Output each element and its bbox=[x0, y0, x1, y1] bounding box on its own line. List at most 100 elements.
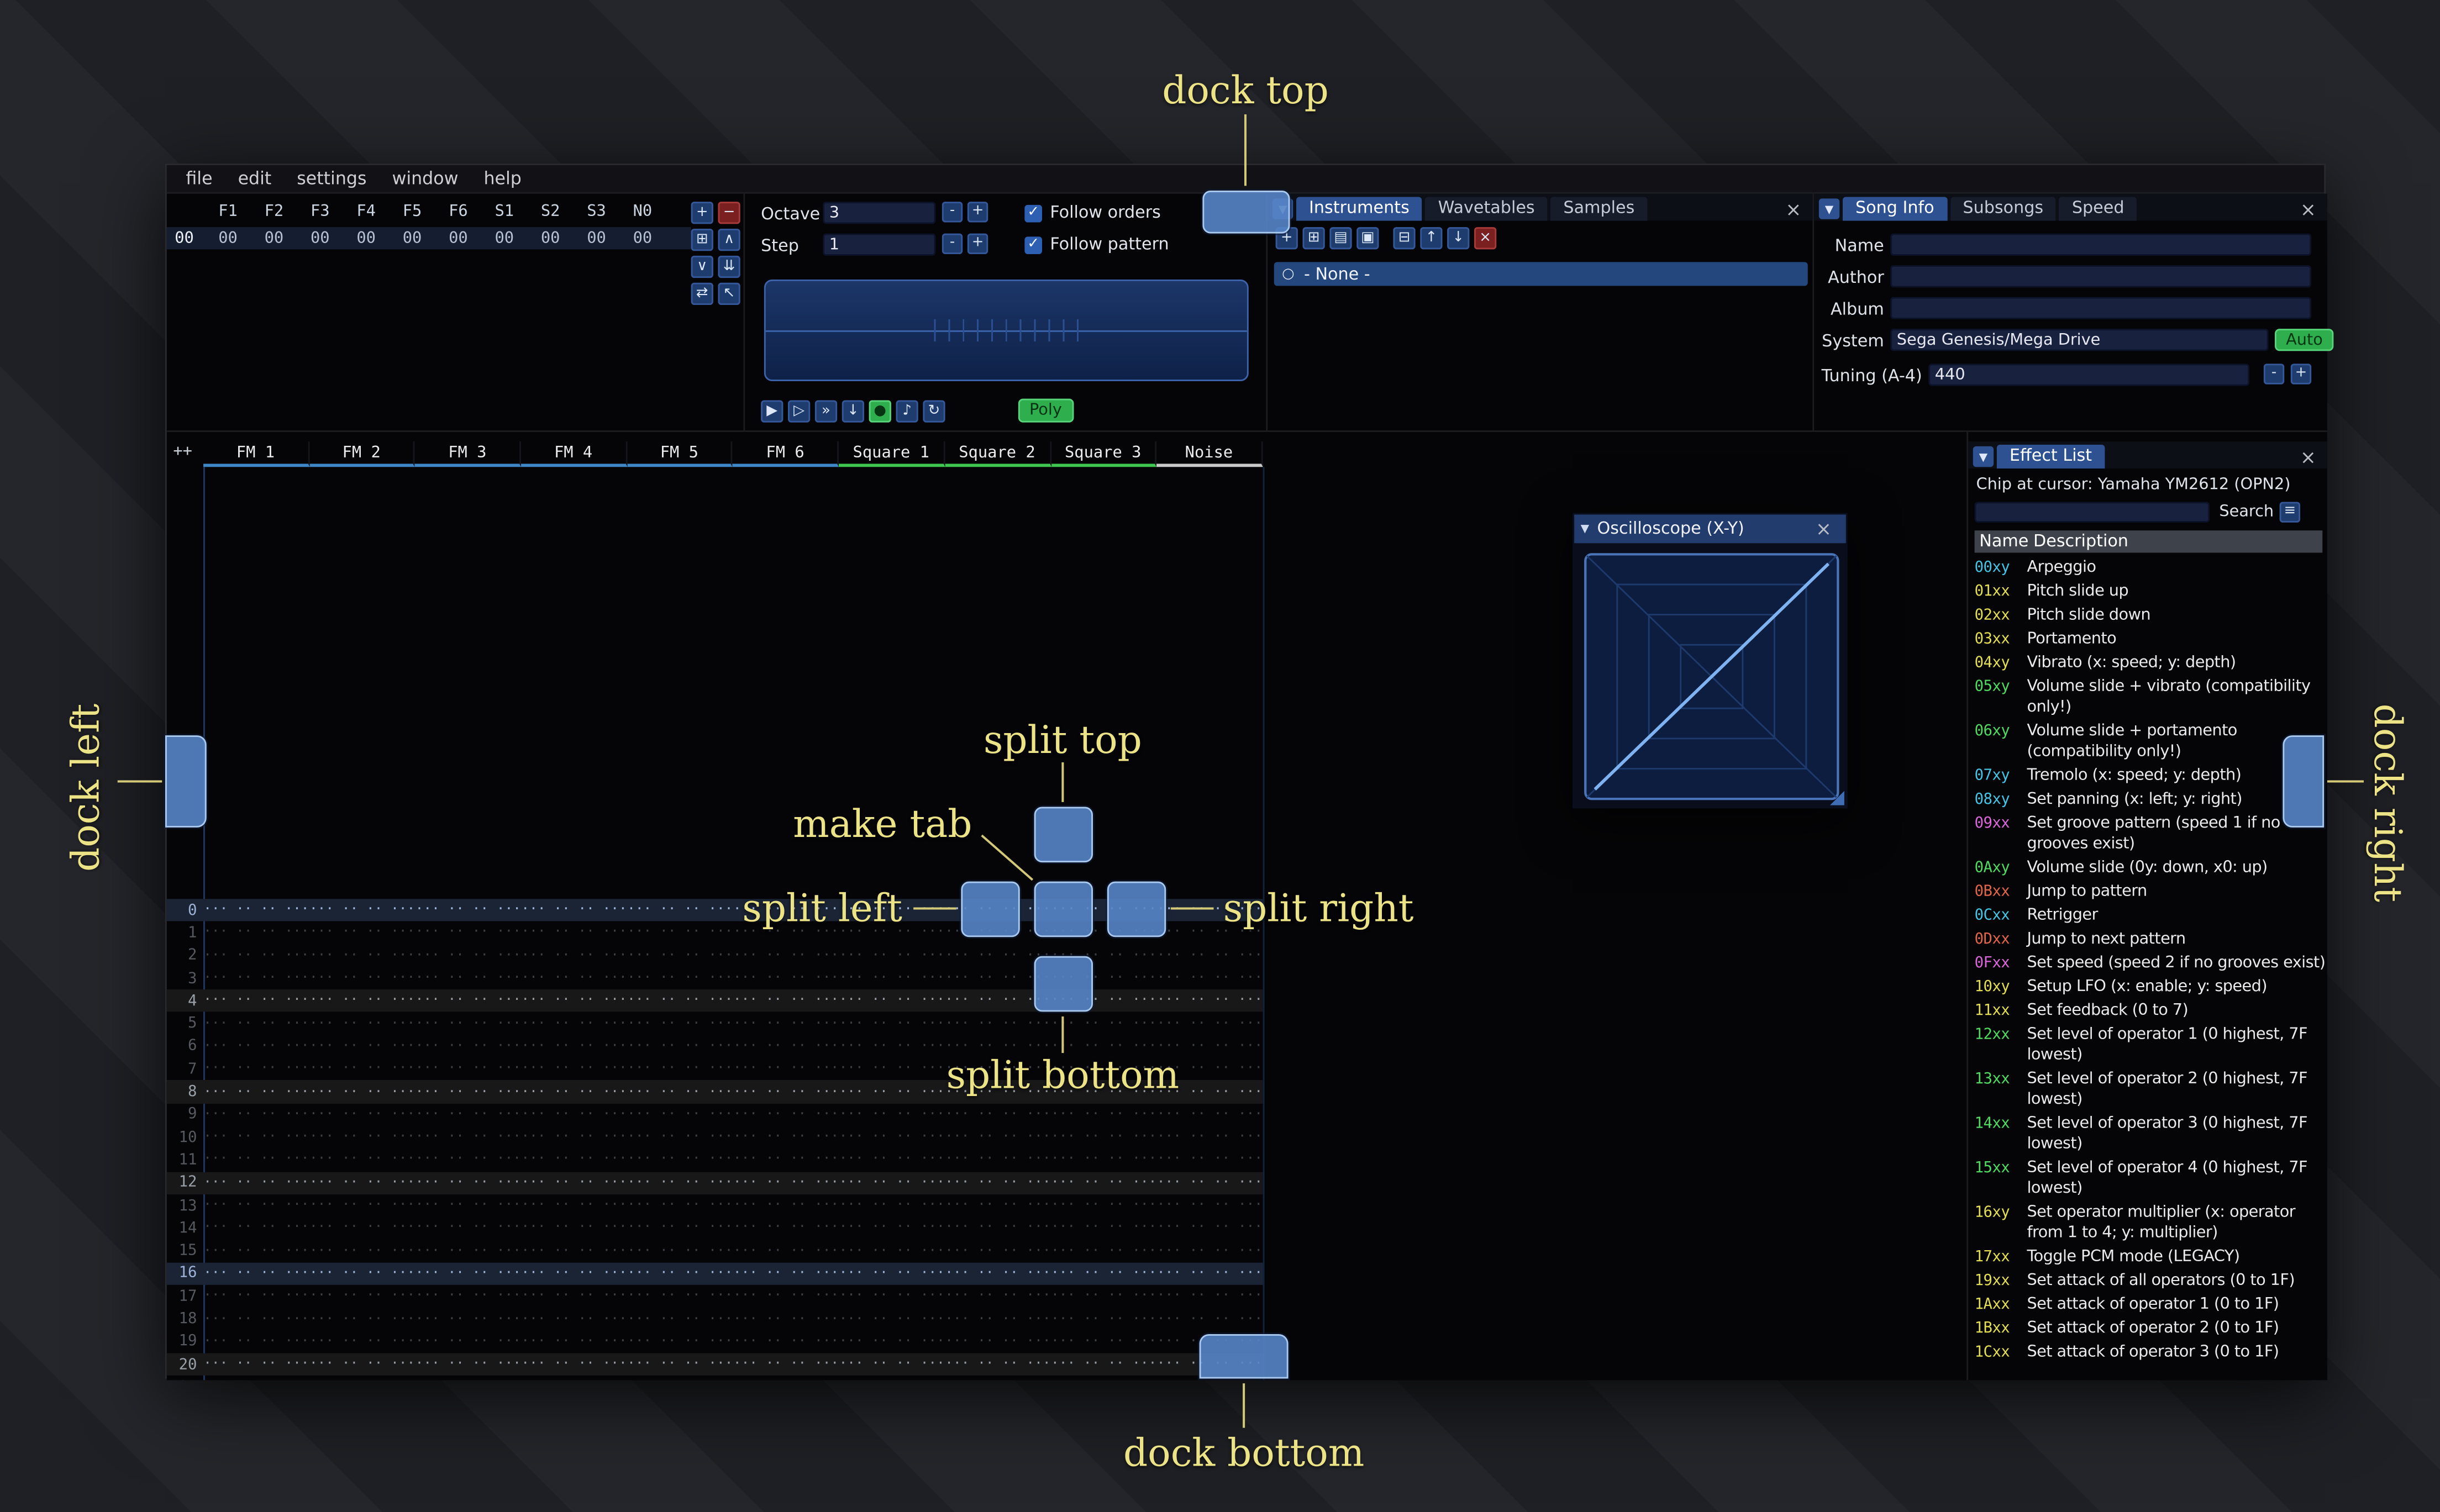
oscilloscope-titlebar[interactable]: ▼ Oscilloscope (X-Y) × bbox=[1574, 514, 1846, 544]
system-input[interactable] bbox=[1890, 329, 2269, 351]
octave-decrease-button[interactable]: - bbox=[942, 202, 963, 223]
duplicate-order-button[interactable]: ⊞ bbox=[691, 229, 713, 251]
close-icon[interactable]: × bbox=[1808, 519, 1840, 539]
tab-effect-list[interactable]: Effect List bbox=[1996, 445, 2105, 469]
tuning-increase-button[interactable]: + bbox=[2290, 363, 2312, 384]
instrument-list-item[interactable]: ○ - None - bbox=[1274, 262, 1808, 286]
octave-input[interactable] bbox=[823, 202, 936, 224]
tab-speed[interactable]: Speed bbox=[2059, 197, 2137, 221]
hamburger-icon[interactable]: ≡ bbox=[2279, 502, 2300, 523]
tuning-input[interactable] bbox=[1928, 363, 2249, 386]
effect-search-input[interactable] bbox=[1974, 502, 2210, 523]
follow-orders-checkbox[interactable]: ✓ Follow orders bbox=[1024, 203, 1161, 223]
effect-row[interactable]: 09xx Set groove pattern (speed 1 if no gr… bbox=[1975, 813, 2326, 855]
effect-row[interactable]: 0Cxx Retrigger bbox=[1975, 905, 2326, 926]
channel-header-square-2[interactable]: Square 2 bbox=[945, 441, 1051, 467]
poly-button[interactable]: Poly bbox=[1018, 398, 1074, 423]
pattern-row[interactable]: 21··· ·· ·· ······ ·· ·· ······ ·· ·· ··… bbox=[167, 1376, 1263, 1380]
move-instrument-down-button[interactable]: ↓ bbox=[1447, 227, 1470, 250]
tab-samples[interactable]: Samples bbox=[1550, 197, 1648, 221]
order-cell[interactable]: 00 bbox=[528, 229, 574, 247]
pattern-row[interactable]: 20 ··· ·· ·· ··· ··· ·· ·· ··· ··· ·· ·· ··… bbox=[166, 1353, 1263, 1376]
menu-settings[interactable]: settings bbox=[284, 167, 379, 191]
effect-row[interactable]: 05xy Volume slide + vibrato (compatibilit… bbox=[1975, 677, 2326, 718]
effect-row[interactable]: 19xx Set attack of all operators (0 to 1F… bbox=[1975, 1271, 2326, 1291]
order-cell[interactable]: 00 bbox=[619, 229, 665, 247]
order-cell[interactable]: 00 bbox=[481, 229, 527, 247]
pattern-corner-button[interactable]: ++ bbox=[173, 443, 192, 461]
split-target-right[interactable] bbox=[1107, 881, 1166, 937]
close-icon[interactable]: × bbox=[2292, 447, 2324, 466]
effect-row[interactable]: 0Fxx Set speed (speed 2 if no grooves exi… bbox=[1975, 953, 2326, 973]
album-input[interactable] bbox=[1890, 297, 2312, 319]
auto-system-button[interactable]: Auto bbox=[2275, 329, 2334, 351]
order-cell[interactable]: 00 bbox=[251, 229, 297, 247]
resize-grip[interactable] bbox=[1830, 791, 1844, 805]
record-button[interactable]: ● bbox=[869, 400, 891, 423]
pattern-row[interactable]: 0 ··· ·· ·· ··· ··· ·· ·· ··· ··· ·· ·· ···… bbox=[166, 899, 1263, 922]
tuning-decrease-button[interactable]: - bbox=[2263, 363, 2285, 384]
channel-header-fm-6[interactable]: FM 6 bbox=[733, 441, 839, 467]
step-input[interactable] bbox=[823, 233, 936, 256]
order-cell[interactable]: 00 bbox=[574, 229, 619, 247]
effect-row[interactable]: 03xx Portamento bbox=[1975, 629, 2326, 650]
move-order-up-button[interactable]: ∧ bbox=[718, 229, 740, 251]
effect-row[interactable]: 16xy Set operator multiplier (x: operator… bbox=[1975, 1202, 2326, 1244]
effect-row[interactable]: 01xx Pitch slide up bbox=[1975, 581, 2326, 602]
pattern-row[interactable]: 3 ··· ·· ·· ··· ··· ·· ·· ··· ··· ·· ·· ···… bbox=[167, 967, 1263, 990]
menu-edit[interactable]: edit bbox=[225, 167, 285, 191]
pattern-row[interactable]: 2 ··· ·· ·· ··· ··· ·· ·· ··· ··· ·· ·· ···… bbox=[167, 944, 1263, 967]
tab-list-dropdown-icon[interactable]: ▼ bbox=[1973, 446, 1994, 467]
oscilloscope-window[interactable]: ▼ Oscilloscope (X-Y) × bbox=[1573, 513, 1848, 809]
effect-row[interactable]: 11xx Set feedback (0 to 7) bbox=[1975, 1000, 2326, 1021]
effect-row[interactable]: 12xx Set level of operator 1 (0 highest, … bbox=[1975, 1024, 2326, 1066]
duplicate-order-to-end-button[interactable]: ⇊ bbox=[718, 255, 740, 278]
channel-header-square-3[interactable]: Square 3 bbox=[1050, 441, 1157, 467]
play-one-row-button[interactable]: » bbox=[814, 400, 838, 423]
pattern-row[interactable]: 17 ··· ·· ·· ··· ··· ·· ·· ··· ··· ·· ·· ··… bbox=[167, 1285, 1263, 1308]
split-target-left[interactable] bbox=[961, 881, 1020, 937]
order-cell[interactable]: 00 bbox=[297, 229, 343, 247]
dock-target-bottom[interactable] bbox=[1199, 1334, 1289, 1379]
move-instrument-up-button[interactable]: ↑ bbox=[1420, 227, 1443, 250]
order-cell[interactable]: 00 bbox=[343, 229, 389, 247]
effect-row[interactable]: 14xx Set level of operator 3 (0 highest, … bbox=[1975, 1113, 2326, 1155]
pattern-row[interactable]: 19 ··· ·· ·· ··· ··· ·· ·· ··· ··· ·· ·· ··… bbox=[167, 1330, 1263, 1353]
effect-row[interactable]: 0Axy Volume slide (0y: down, x0: up) bbox=[1975, 858, 2326, 878]
step-increase-button[interactable]: + bbox=[967, 233, 988, 254]
step-one-row-button[interactable]: ↓ bbox=[842, 400, 864, 423]
pattern-row[interactable]: 1 ··· ·· ·· ··· ··· ·· ·· ··· ··· ·· ·· ···… bbox=[167, 921, 1263, 944]
pattern-row[interactable]: 11 ··· ·· ·· ··· ··· ·· ·· ··· ··· ·· ·· ··… bbox=[167, 1149, 1263, 1171]
effect-row[interactable]: 1Bxx Set attack of operator 2 (0 to 1F) bbox=[1975, 1318, 2326, 1339]
channel-header-square-1[interactable]: Square 1 bbox=[839, 441, 945, 467]
effect-row[interactable]: 00xy Arpeggio bbox=[1975, 557, 2326, 578]
toggle-folders-button[interactable]: ⊟ bbox=[1393, 227, 1416, 250]
effect-row[interactable]: 0Dxx Jump to next pattern bbox=[1975, 929, 2326, 950]
name-input[interactable] bbox=[1890, 233, 2312, 256]
duplicate-instrument-button[interactable]: ⊞ bbox=[1302, 227, 1325, 250]
dock-target-top[interactable] bbox=[1202, 191, 1290, 234]
menu-window[interactable]: window bbox=[379, 167, 471, 191]
effect-row[interactable]: 04xy Vibrato (x: speed; y: depth) bbox=[1975, 653, 2326, 673]
play-button[interactable]: ▶ bbox=[761, 400, 783, 423]
split-target-bottom[interactable] bbox=[1034, 956, 1093, 1012]
step-decrease-button[interactable]: - bbox=[942, 233, 963, 254]
order-cell[interactable]: 00 bbox=[435, 229, 481, 247]
menu-help[interactable]: help bbox=[471, 167, 534, 191]
author-input[interactable] bbox=[1890, 265, 2312, 288]
pattern-row[interactable]: 5 ··· ·· ·· ··· ··· ·· ·· ··· ··· ·· ·· ···… bbox=[167, 1013, 1263, 1035]
channel-header-fm-5[interactable]: FM 5 bbox=[627, 441, 733, 467]
split-target-top[interactable] bbox=[1034, 807, 1093, 863]
pattern-row[interactable]: 15 ··· ·· ·· ··· ··· ·· ·· ··· ··· ·· ·· ··… bbox=[167, 1240, 1263, 1262]
channel-header-fm-3[interactable]: FM 3 bbox=[415, 441, 522, 467]
effect-row[interactable]: 17xx Toggle PCM mode (LEGACY) bbox=[1975, 1247, 2326, 1267]
order-cell[interactable]: 00 bbox=[205, 229, 251, 247]
tab-subsongs[interactable]: Subsongs bbox=[1950, 197, 2057, 221]
effect-row[interactable]: 0Bxx Jump to pattern bbox=[1975, 882, 2326, 902]
make-tab-target[interactable] bbox=[1034, 881, 1093, 937]
pattern-row[interactable]: 12 ··· ·· ·· ··· ··· ·· ·· ··· ··· ·· ·· ··… bbox=[166, 1171, 1263, 1194]
channel-header-fm-1[interactable]: FM 1 bbox=[203, 441, 309, 467]
pattern-row[interactable]: 9 ··· ·· ·· ··· ··· ·· ·· ··· ··· ·· ·· ···… bbox=[167, 1103, 1263, 1126]
effect-row[interactable]: 02xx Pitch slide down bbox=[1975, 605, 2326, 625]
order-cell[interactable]: 00 bbox=[389, 229, 435, 247]
